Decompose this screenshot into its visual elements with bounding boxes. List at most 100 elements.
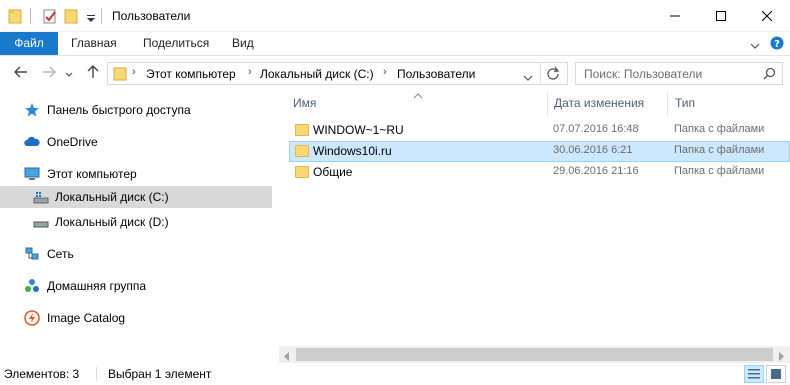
drive-c-icon bbox=[33, 189, 49, 205]
breadcrumb-this-pc[interactable]: Этот компьютер bbox=[146, 67, 236, 81]
navigation-bar: › Этот компьютер › Локальный диск (C:) ›… bbox=[0, 56, 790, 90]
column-divider[interactable] bbox=[547, 92, 548, 116]
arrow-up-icon bbox=[87, 65, 99, 78]
folder-icon bbox=[295, 124, 309, 136]
file-date: 07.07.2016 16:48 bbox=[553, 123, 639, 135]
tab-file[interactable]: Файл bbox=[0, 32, 58, 55]
horizontal-scrollbar[interactable] bbox=[279, 346, 790, 363]
separator bbox=[30, 8, 31, 24]
status-bar: Элементов: 3 Выбран 1 элемент bbox=[0, 363, 790, 385]
window-title: Пользователи bbox=[112, 9, 191, 23]
customize-quick-access-icon[interactable] bbox=[86, 12, 96, 28]
large-icons-view-button[interactable] bbox=[766, 365, 786, 383]
folder-icon bbox=[295, 166, 309, 178]
breadcrumb-users[interactable]: Пользователи bbox=[397, 67, 475, 81]
arrow-right-icon bbox=[43, 66, 56, 78]
file-type: Папка с файлами bbox=[674, 165, 765, 177]
new-folder-icon[interactable] bbox=[64, 8, 78, 24]
image-catalog-icon bbox=[24, 310, 40, 326]
file-type: Папка с файлами bbox=[674, 123, 765, 135]
sidebar-item-label: OneDrive bbox=[47, 135, 98, 149]
cloud-icon bbox=[24, 134, 40, 150]
scroll-left-icon[interactable] bbox=[283, 350, 291, 364]
sidebar-item-onedrive[interactable]: OneDrive bbox=[0, 131, 272, 153]
forward-button[interactable] bbox=[40, 65, 58, 81]
file-row[interactable]: Общие 29.06.2016 21:16 Папка с файлами bbox=[289, 162, 790, 183]
sidebar-item-image-catalog[interactable]: Image Catalog bbox=[0, 307, 272, 329]
file-type: Папка с файлами bbox=[674, 144, 765, 156]
computer-icon bbox=[24, 166, 40, 182]
scrollbar-thumb[interactable] bbox=[296, 348, 773, 361]
search-input[interactable]: Поиск: Пользователи bbox=[575, 62, 783, 85]
breadcrumb-separator-icon[interactable]: › bbox=[383, 66, 387, 78]
tab-home[interactable]: Главная bbox=[58, 32, 130, 55]
selection-count: Выбран 1 элемент bbox=[108, 367, 212, 381]
tab-share[interactable]: Поделиться bbox=[130, 32, 222, 55]
file-name: WINDOW~1~RU bbox=[313, 123, 404, 137]
help-icon[interactable]: ? bbox=[770, 36, 784, 53]
folder-icon bbox=[113, 66, 127, 85]
column-header-type[interactable]: Тип bbox=[675, 96, 695, 110]
navigation-pane: Панель быстрого доступа OneDrive Этот ко… bbox=[0, 90, 272, 358]
address-bar[interactable]: › Этот компьютер › Локальный диск (C:) ›… bbox=[107, 62, 568, 85]
svg-text:?: ? bbox=[774, 39, 780, 50]
up-button[interactable] bbox=[84, 65, 102, 81]
properties-icon[interactable] bbox=[42, 8, 58, 24]
large-icons-view-icon bbox=[771, 369, 781, 379]
tab-view[interactable]: Вид bbox=[219, 32, 267, 55]
search-icon[interactable] bbox=[763, 67, 776, 83]
sidebar-item-homegroup[interactable]: Домашняя группа bbox=[0, 275, 272, 297]
sidebar-item-drive-d[interactable]: Локальный диск (D:) bbox=[0, 211, 272, 233]
breadcrumb-drive-c[interactable]: Локальный диск (C:) bbox=[260, 67, 374, 81]
breadcrumb-separator-icon[interactable]: › bbox=[132, 66, 136, 78]
divider bbox=[96, 367, 97, 381]
maximize-icon bbox=[716, 10, 726, 21]
file-list: Имя Дата изменения Тип WINDOW~1~RU 07.07… bbox=[279, 90, 790, 358]
column-header-date[interactable]: Дата изменения bbox=[554, 96, 644, 110]
recent-locations-button[interactable] bbox=[63, 65, 75, 81]
column-header-name[interactable]: Имя bbox=[293, 96, 316, 110]
column-divider[interactable] bbox=[667, 92, 668, 116]
file-name: Windows10i.ru bbox=[313, 144, 392, 158]
drive-icon bbox=[33, 214, 49, 230]
scroll-right-icon[interactable] bbox=[777, 350, 785, 364]
sidebar-item-label: Локальный диск (D:) bbox=[55, 215, 169, 229]
refresh-icon[interactable] bbox=[546, 66, 560, 83]
details-view-button[interactable] bbox=[744, 365, 764, 383]
sidebar-item-label: Этот компьютер bbox=[47, 167, 137, 181]
close-icon bbox=[762, 10, 772, 21]
sidebar-item-label: Панель быстрого доступа bbox=[47, 103, 191, 117]
minimize-button[interactable] bbox=[652, 0, 698, 31]
sidebar-item-label: Домашняя группа bbox=[47, 279, 147, 293]
search-placeholder: Поиск: Пользователи bbox=[584, 67, 703, 81]
chevron-down-icon bbox=[523, 75, 533, 81]
sidebar-item-label: Image Catalog bbox=[47, 311, 126, 325]
network-icon bbox=[24, 246, 40, 262]
back-button[interactable] bbox=[12, 65, 30, 81]
sidebar-item-network[interactable]: Сеть bbox=[0, 243, 272, 265]
file-row-selected[interactable]: Windows10i.ru 30.06.2016 6:21 Папка с фа… bbox=[289, 141, 790, 162]
title-bar: Пользователи bbox=[0, 0, 790, 32]
sort-ascending-icon bbox=[413, 88, 423, 102]
folder-icon bbox=[8, 8, 22, 24]
address-history-dropdown[interactable] bbox=[523, 70, 533, 84]
ribbon: Файл Главная Поделиться Вид ? bbox=[0, 32, 790, 56]
sidebar-item-this-pc[interactable]: Этот компьютер bbox=[0, 163, 272, 185]
sidebar-item-label: Локальный диск (C:) bbox=[55, 190, 169, 204]
sidebar-item-drive-c[interactable]: Локальный диск (C:) bbox=[0, 186, 272, 208]
close-button[interactable] bbox=[744, 0, 790, 31]
maximize-button[interactable] bbox=[698, 0, 744, 31]
file-date: 29.06.2016 21:16 bbox=[553, 165, 639, 177]
chevron-down-icon[interactable] bbox=[750, 39, 760, 53]
sidebar-item-label: Сеть bbox=[47, 247, 74, 261]
item-count: Элементов: 3 bbox=[4, 367, 80, 381]
star-icon bbox=[24, 102, 40, 118]
file-name: Общие bbox=[313, 165, 353, 179]
separator bbox=[101, 8, 102, 24]
folder-icon bbox=[295, 145, 309, 157]
file-date: 30.06.2016 6:21 bbox=[553, 144, 633, 156]
sidebar-item-quick-access[interactable]: Панель быстрого доступа bbox=[0, 99, 272, 121]
arrow-left-icon bbox=[14, 66, 27, 78]
breadcrumb-separator-icon[interactable]: › bbox=[248, 66, 252, 78]
file-row[interactable]: WINDOW~1~RU 07.07.2016 16:48 Папка с фай… bbox=[289, 120, 790, 141]
